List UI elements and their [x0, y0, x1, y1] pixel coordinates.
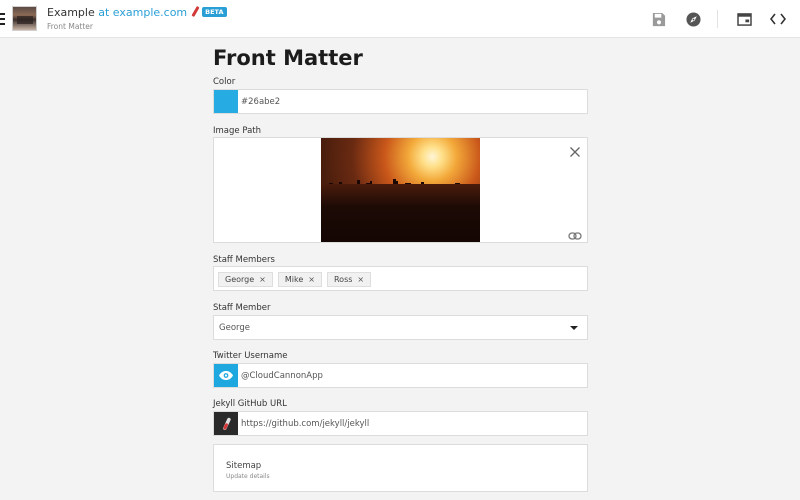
staff-chip-label: Ross: [333, 275, 353, 284]
toolbar-divider: [717, 10, 718, 28]
beta-badge: BETA: [202, 7, 227, 17]
staff-chip-label: George: [225, 275, 255, 284]
chevron-down-icon: [570, 326, 578, 330]
save-icon[interactable]: [649, 10, 667, 28]
remove-chip-icon[interactable]: ×: [357, 275, 364, 284]
staff-member-select[interactable]: George: [213, 315, 588, 340]
twitter-username-label: Twitter Username: [213, 351, 288, 361]
staff-chip: Mike ×: [277, 272, 322, 287]
page-title: Front Matter: [213, 46, 363, 70]
site-thumbnail[interactable]: [12, 6, 37, 31]
image-preview: [321, 138, 480, 242]
staff-chip: George ×: [218, 272, 273, 287]
jekyll-github-url-value: https://github.com/jekyll/jekyll: [241, 419, 370, 429]
jekyll-github-url-field[interactable]: https://github.com/jekyll/jekyll: [213, 411, 588, 436]
staff-member-value: George: [219, 323, 250, 333]
color-label: Color: [213, 77, 236, 87]
test-tube-icon: [191, 5, 200, 18]
eye-icon: [214, 364, 238, 387]
site-domain[interactable]: example.com: [113, 6, 187, 19]
remove-chip-icon[interactable]: ×: [259, 275, 266, 284]
jekyll-github-url-label: Jekyll GitHub URL: [213, 399, 287, 409]
sitemap-title: Sitemap: [226, 461, 262, 471]
compass-icon[interactable]: [684, 10, 702, 28]
top-bar: Example at example.com BETA Front Matter: [0, 0, 800, 38]
close-icon[interactable]: [569, 143, 581, 157]
color-swatch[interactable]: [214, 90, 238, 113]
image-path-label: Image Path: [213, 126, 261, 136]
site-subtitle: Front Matter: [47, 22, 93, 31]
staff-chip: Ross ×: [326, 272, 372, 287]
staff-member-label: Staff Member: [213, 303, 271, 313]
sitemap-subtitle: Update details: [226, 473, 270, 480]
sitemap-card[interactable]: Sitemap Update details: [213, 444, 588, 492]
staff-members-field[interactable]: George × Mike × Ross ×: [213, 266, 588, 291]
test-tube-icon: [214, 412, 238, 435]
menu-icon[interactable]: [0, 13, 5, 25]
twitter-username-value: @CloudCannonApp: [241, 371, 323, 381]
code-icon[interactable]: [769, 10, 787, 28]
window-icon[interactable]: [735, 10, 753, 28]
image-path-field[interactable]: [213, 137, 588, 243]
remove-chip-icon[interactable]: ×: [308, 275, 315, 284]
color-value: #26abe2: [241, 97, 281, 107]
site-title[interactable]: Example at example.com BETA: [47, 5, 227, 19]
site-at-text: at: [98, 6, 110, 19]
staff-chip-label: Mike: [284, 275, 304, 284]
color-field[interactable]: #26abe2: [213, 89, 588, 114]
twitter-username-field[interactable]: @CloudCannonApp: [213, 363, 588, 388]
staff-members-label: Staff Members: [213, 255, 275, 265]
link-icon[interactable]: [568, 226, 582, 240]
site-name: Example: [47, 6, 95, 19]
